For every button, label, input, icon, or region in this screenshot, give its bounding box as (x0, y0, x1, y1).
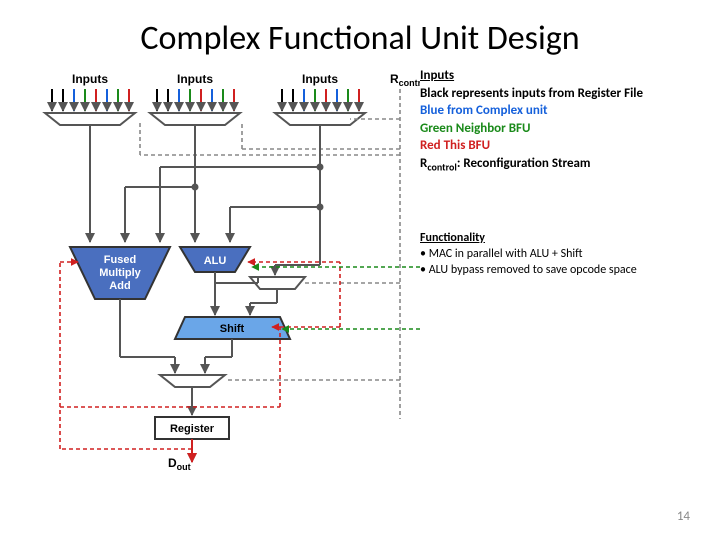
page-number: 14 (677, 509, 690, 524)
input-mux-2 (150, 113, 240, 125)
shift-out (205, 339, 232, 373)
legend-blue: Blue from Complex unit (420, 102, 710, 120)
content-row: Inputs Inputs Inputs Rcontrol (0, 67, 720, 487)
input-mux-1 (45, 113, 135, 125)
inputs-label-2: Inputs (177, 72, 213, 86)
svg-text:ALU: ALU (204, 255, 227, 267)
inputs-label-1: Inputs (72, 72, 108, 86)
inputs-label-3: Inputs (302, 72, 338, 86)
func-heading: Functionality (420, 230, 710, 246)
svg-text:Register: Register (170, 423, 215, 435)
input-arrows (52, 89, 359, 111)
block-diagram: Inputs Inputs Inputs Rcontrol (0, 67, 420, 487)
input-mux-3 (275, 113, 365, 125)
rcontrol-bus (140, 89, 400, 419)
page-title: Complex Functional Unit Design (0, 0, 720, 67)
legend-heading: Inputs (420, 67, 710, 85)
side-text: Inputs Black represents inputs from Regi… (420, 67, 720, 487)
inputs-legend: Inputs Black represents inputs from Regi… (420, 67, 710, 174)
functionality-text: Functionality • MAC in parallel with ALU… (420, 230, 710, 279)
register-block: Register (155, 417, 229, 439)
rcontrol-label: Rcontrol (390, 72, 420, 88)
alu-block: ALU (180, 247, 250, 272)
dout-label: Dout (168, 456, 191, 472)
final-mux (160, 375, 225, 387)
legend-green: Green Neighbor BFU (420, 120, 710, 138)
svg-text:Add: Add (109, 280, 130, 292)
svg-text:Multiply: Multiply (99, 267, 141, 279)
fma-block: Fused Multiply Add (70, 247, 170, 299)
func-bullet-2: • ALU bypass removed to save opcode spac… (420, 262, 710, 278)
legend-rcontrol: Rcontrol: Reconfiguration Stream (420, 155, 710, 174)
legend-red: Red This BFU (420, 137, 710, 155)
legend-black: Black represents inputs from Register Fi… (420, 85, 710, 103)
func-bullet-1: • MAC in parallel with ALU + Shift (420, 246, 710, 262)
shift-block: Shift (175, 317, 290, 339)
fma-out (120, 299, 175, 373)
svg-text:Shift: Shift (220, 323, 245, 335)
svg-text:Fused: Fused (104, 254, 136, 266)
